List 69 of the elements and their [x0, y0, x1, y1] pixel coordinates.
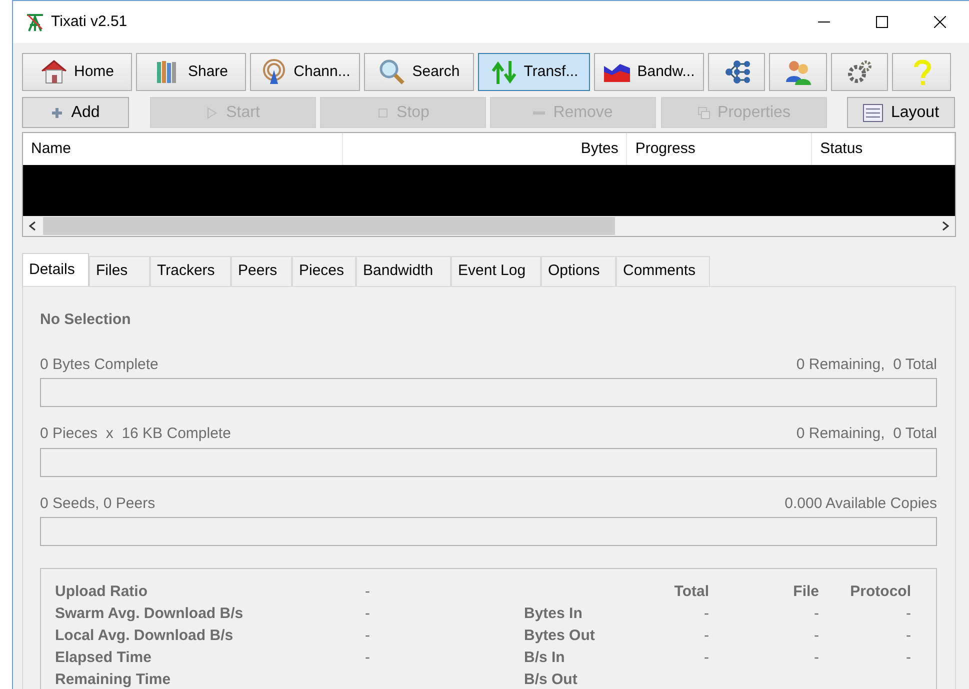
tab[interactable]: Details	[22, 253, 89, 286]
tab[interactable]: Pieces	[292, 256, 356, 286]
stat-column-header: Protocol	[849, 582, 911, 602]
stat-label: B/s In	[524, 648, 566, 668]
app-logo-icon	[25, 12, 45, 32]
stat-value: -	[905, 626, 911, 646]
stat-value: -	[365, 582, 371, 602]
house-icon	[40, 58, 68, 86]
stat-column-header: Total	[673, 582, 709, 602]
toolbar-tab[interactable]: Chann...	[250, 53, 360, 91]
window-title: Tixati v2.51	[51, 12, 128, 32]
stat-value: -	[365, 648, 371, 668]
meter-label: 0 Bytes Complete	[40, 354, 158, 374]
plus-icon	[51, 106, 64, 118]
stat-label: Upload Ratio	[55, 582, 148, 602]
stat-column-header: File	[792, 582, 819, 602]
stat-label: Bytes Out	[524, 626, 596, 646]
toolbar-tab[interactable]: Bandw...	[594, 53, 704, 91]
stat-label: B/s Out	[524, 670, 578, 689]
action-button[interactable]: Add	[22, 97, 129, 128]
meter-label: 0 Seeds, 0 Peers	[40, 494, 156, 514]
stop-icon	[376, 106, 389, 118]
toolbar-button[interactable]	[769, 53, 827, 91]
minimize-icon	[818, 21, 830, 23]
network-icon	[722, 58, 750, 86]
play-icon	[206, 106, 218, 118]
stat-value: -	[813, 626, 819, 646]
meter-label: 0.000 Available Copies	[784, 494, 937, 514]
stat-value: -	[813, 648, 819, 668]
stat-value: -	[703, 626, 709, 646]
toolbar-button[interactable]	[708, 53, 765, 91]
toolbar-tab[interactable]: Home	[22, 53, 132, 91]
up-down-arrows-icon	[490, 58, 518, 86]
meter-label: 0 Remaining, 0 Total	[796, 354, 937, 374]
stat-label: Elapsed Time	[55, 648, 152, 668]
toolbar-button[interactable]	[831, 53, 888, 91]
stat-value: -	[365, 604, 371, 624]
tab[interactable]: Options	[541, 256, 616, 286]
people-icon	[784, 58, 812, 86]
tab[interactable]: Files	[89, 256, 150, 286]
stat-value: -	[813, 604, 819, 624]
tab[interactable]: Comments	[616, 256, 710, 286]
tab[interactable]: Bandwidth	[356, 256, 451, 286]
layout-button[interactable]: Layout	[847, 97, 955, 128]
stat-label: Bytes In	[524, 604, 584, 624]
windows-icon	[698, 106, 710, 118]
tab[interactable]: Trackers	[150, 256, 231, 286]
close-icon	[934, 16, 946, 28]
stat-value: -	[905, 604, 911, 624]
tab[interactable]: Event Log	[451, 256, 541, 286]
toolbar-tab[interactable]: Share	[136, 53, 246, 91]
list-icon	[862, 104, 883, 122]
gears-icon	[846, 58, 874, 86]
stat-value: -	[365, 626, 371, 646]
tab[interactable]: Peers	[231, 256, 292, 286]
scrollbar-thumb[interactable]	[43, 217, 615, 235]
stat-label: Swarm Avg. Download B/s	[55, 604, 244, 624]
search-icon	[378, 58, 406, 86]
maximize-icon	[876, 16, 888, 28]
stat-value: -	[703, 604, 709, 624]
toolbar-tab[interactable]: Transf...	[478, 53, 590, 91]
stat-label: Remaining Time	[55, 670, 172, 689]
toolbar-tab[interactable]: Search	[364, 53, 474, 91]
stat-label: Local Avg. Download B/s	[55, 626, 234, 646]
meter-label: 0 Pieces x 16 KB Complete	[40, 424, 231, 444]
meter-label: 0 Remaining, 0 Total	[796, 424, 937, 444]
stat-value: -	[905, 648, 911, 668]
selection-heading: No Selection	[40, 310, 132, 330]
stat-value: -	[703, 648, 709, 668]
